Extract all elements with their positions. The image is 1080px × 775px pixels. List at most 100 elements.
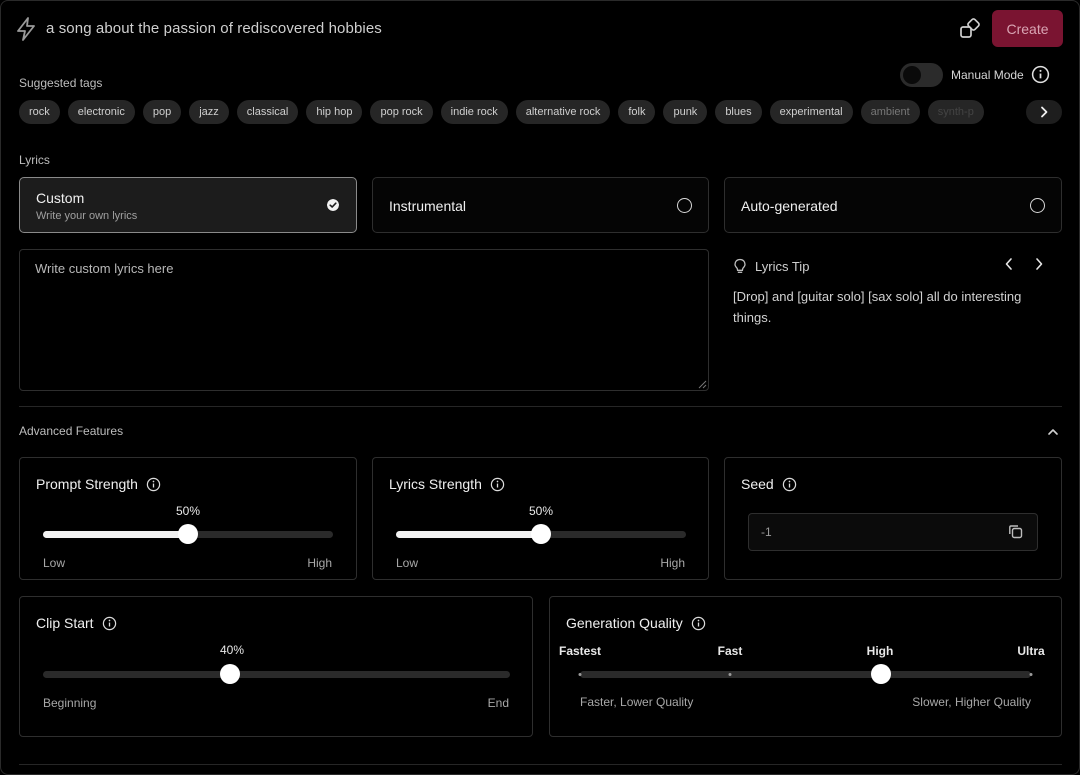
chevron-right-icon [1041, 106, 1048, 118]
tag-chip[interactable]: jazz [189, 100, 229, 124]
lyrics-option-custom[interactable]: Custom Write your own lyrics [19, 177, 357, 233]
prompt-strength-slider[interactable] [43, 524, 333, 544]
tag-chip[interactable]: synth-p [927, 100, 984, 124]
quality-level-label: Fast [717, 644, 743, 658]
quality-level-label: Ultra [1017, 644, 1045, 658]
info-icon[interactable] [490, 477, 505, 492]
slider-low-label: Low [43, 556, 66, 570]
check-circle-icon [327, 199, 339, 211]
slider-thumb[interactable] [870, 664, 891, 684]
tags-scroll-right-button[interactable] [1026, 100, 1062, 124]
quality-level-label: Fastest [558, 644, 602, 658]
generation-quality-card: Generation Quality Fastest Fast High Ult… [549, 596, 1062, 737]
slider-high-label: Slower, Higher Quality [912, 695, 1031, 709]
seed-input[interactable] [748, 513, 1038, 551]
clip-start-slider[interactable] [43, 664, 510, 684]
manual-mode: Manual Mode [900, 62, 1050, 87]
tag-chip[interactable]: ambient [860, 100, 920, 124]
resize-grip-icon[interactable] [698, 380, 707, 389]
tag-chip[interactable]: alternative rock [515, 100, 611, 124]
create-button[interactable]: Create [992, 10, 1063, 47]
share-icon[interactable] [958, 17, 982, 41]
copy-icon[interactable] [1007, 523, 1024, 540]
slider-low-label: Low [396, 556, 419, 570]
lightbulb-icon [734, 258, 746, 273]
slider-thumb[interactable] [178, 524, 198, 544]
prompt-text[interactable]: a song about the passion of rediscovered… [46, 20, 382, 37]
slider-high-label: End [487, 696, 509, 710]
slider-fill [396, 531, 541, 538]
slider-high-label: High [307, 556, 332, 570]
toggle-knob [903, 65, 921, 84]
tag-chip[interactable]: indie rock [440, 100, 508, 124]
card-title: Generation Quality [566, 615, 706, 631]
clip-start-title: Clip Start [36, 615, 94, 631]
tag-chip[interactable]: blues [715, 100, 762, 124]
seed-card: Seed [724, 457, 1062, 580]
slider-fill [43, 531, 188, 538]
info-icon[interactable] [146, 477, 161, 492]
tag-chip[interactable]: hip hop [306, 100, 363, 124]
manual-mode-label: Manual Mode [951, 67, 1024, 82]
radio-icon [677, 198, 692, 213]
clip-start-card: Clip Start 40% Beginning End [19, 596, 533, 737]
info-icon[interactable] [782, 477, 797, 492]
prompt-strength-title: Prompt Strength [36, 476, 138, 492]
card-title: Seed [741, 476, 797, 492]
quality-step-dot [578, 673, 582, 676]
lyrics-strength-value: 50% [528, 504, 554, 518]
lightning-icon [17, 17, 35, 41]
clip-start-value: 40% [219, 643, 245, 657]
tag-chip[interactable]: electronic [67, 100, 135, 124]
info-icon[interactable] [1031, 65, 1050, 84]
prompt-strength-value: 50% [175, 504, 201, 518]
prompt-strength-card: Prompt Strength 50% Low High [19, 457, 357, 580]
advanced-features-label: Advanced Features [19, 424, 124, 438]
generation-quality-title: Generation Quality [566, 615, 683, 631]
info-icon[interactable] [102, 616, 117, 631]
chevron-left-icon[interactable] [1000, 255, 1018, 273]
lyrics-strength-title: Lyrics Strength [389, 476, 482, 492]
card-title: Lyrics Strength [389, 476, 505, 492]
chevron-right-icon[interactable] [1030, 255, 1048, 273]
slider-low-label: Beginning [43, 696, 97, 710]
quality-step-dot [728, 673, 732, 676]
option-title: Custom [36, 190, 85, 206]
manual-mode-toggle[interactable] [900, 62, 943, 87]
lyrics-option-auto-generated[interactable]: Auto-generated [724, 177, 1062, 233]
quality-step-dot [1029, 673, 1033, 676]
option-subtitle: Write your own lyrics [36, 210, 138, 222]
tag-list: rock electronic pop jazz classical hip hop pop… [19, 100, 1037, 124]
slider-thumb[interactable] [531, 524, 551, 544]
tag-chip[interactable]: punk [663, 100, 708, 124]
divider [19, 764, 1062, 765]
suggested-tags-label: Suggested tags [19, 76, 103, 90]
radio-icon [1030, 198, 1045, 213]
divider [19, 406, 1062, 407]
lyrics-tip-text: [Drop] and [guitar solo] [sax solo] all … [733, 289, 1022, 325]
card-title: Clip Start [36, 615, 117, 631]
lyrics-label: Lyrics [19, 153, 50, 167]
lyrics-tip-title: Lyrics Tip [755, 259, 810, 274]
lyrics-option-instrumental[interactable]: Instrumental [372, 177, 709, 233]
prompt-bar: a song about the passion of rediscovered… [0, 0, 1080, 58]
tag-chip[interactable]: pop rock [370, 100, 433, 124]
tag-chip[interactable]: folk [618, 100, 656, 124]
tag-chip[interactable]: classical [236, 100, 299, 124]
slider-low-label: Faster, Lower Quality [580, 695, 694, 709]
lyrics-strength-card: Lyrics Strength 50% Low High [372, 457, 709, 580]
card-title: Prompt Strength [36, 476, 161, 492]
tag-chip[interactable]: rock [19, 100, 60, 124]
chevron-up-icon[interactable] [1045, 424, 1061, 440]
info-icon[interactable] [691, 616, 706, 631]
quality-level-label: High [866, 644, 894, 658]
tag-chip[interactable]: pop [142, 100, 182, 124]
option-title: Auto-generated [741, 198, 838, 214]
lyrics-tip-header: Lyrics Tip [733, 258, 809, 275]
slider-high-label: High [660, 556, 685, 570]
generation-quality-slider[interactable] [578, 664, 1033, 684]
lyrics-input[interactable] [19, 249, 709, 391]
lyrics-strength-slider[interactable] [396, 524, 686, 544]
tag-chip[interactable]: experimental [769, 100, 853, 124]
slider-thumb[interactable] [219, 664, 240, 684]
